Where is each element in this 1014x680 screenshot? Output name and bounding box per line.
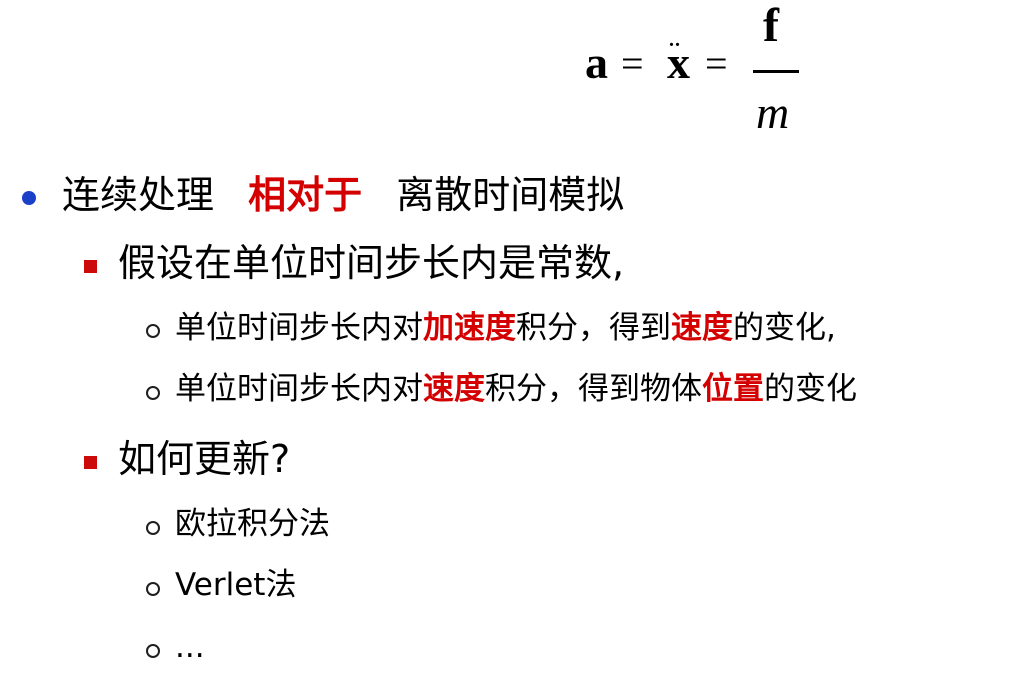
- sub1-part2: 积分，得到: [516, 310, 671, 346]
- sub1-hl2: 速度: [671, 310, 733, 346]
- formula-fraction-bar: [753, 70, 799, 73]
- sub2-part2: 积分，得到物体: [485, 371, 702, 407]
- main-part1: 连续处理: [62, 173, 215, 217]
- ring-bullet-icon: [146, 324, 160, 338]
- assume-text: 假设在单位时间步长内是常数,: [118, 241, 625, 285]
- ring-bullet-icon: [146, 386, 160, 400]
- formula-numerator: f: [763, 0, 779, 52]
- formula-position: x: [667, 37, 690, 88]
- main-highlight: 相对于: [248, 173, 363, 217]
- round-bullet-icon: [22, 191, 36, 205]
- sub1-part3: 的变化,: [733, 310, 836, 346]
- formula-acceleration: a: [585, 37, 608, 88]
- formula-denominator: m: [756, 87, 790, 138]
- ring-bullet-icon: [146, 582, 160, 596]
- square-bullet-icon: [84, 456, 97, 469]
- bullet-main-text: 连续处理 相对于 离散时间模拟: [62, 176, 624, 214]
- sub2-text: 单位时间步长内对速度积分，得到物体位置的变化: [175, 374, 857, 405]
- formula-equals-1: =: [621, 41, 644, 86]
- sub2-part1: 单位时间步长内对: [175, 371, 423, 407]
- ring-bullet-icon: [146, 644, 160, 658]
- formula-equals-2: =: [705, 41, 728, 86]
- main-part2: 离散时间模拟: [396, 173, 625, 217]
- formula: a = .. x = f m: [585, 0, 815, 150]
- sub2-hl2: 位置: [702, 371, 764, 407]
- update-item-text: Verlet法: [175, 567, 297, 603]
- sub1-hl1: 加速度: [423, 310, 516, 346]
- sub2-hl1: 速度: [423, 371, 485, 407]
- square-bullet-icon: [84, 260, 97, 273]
- ring-bullet-icon: [146, 521, 160, 535]
- sub1-part1: 单位时间步长内对: [175, 310, 423, 346]
- update-text: 如何更新?: [118, 437, 291, 481]
- sub1-text: 单位时间步长内对加速度积分，得到速度的变化,: [175, 313, 836, 344]
- update-item-text: ...: [175, 629, 205, 665]
- sub2-part3: 的变化: [764, 371, 857, 407]
- update-item-text: 欧拉积分法: [175, 506, 330, 542]
